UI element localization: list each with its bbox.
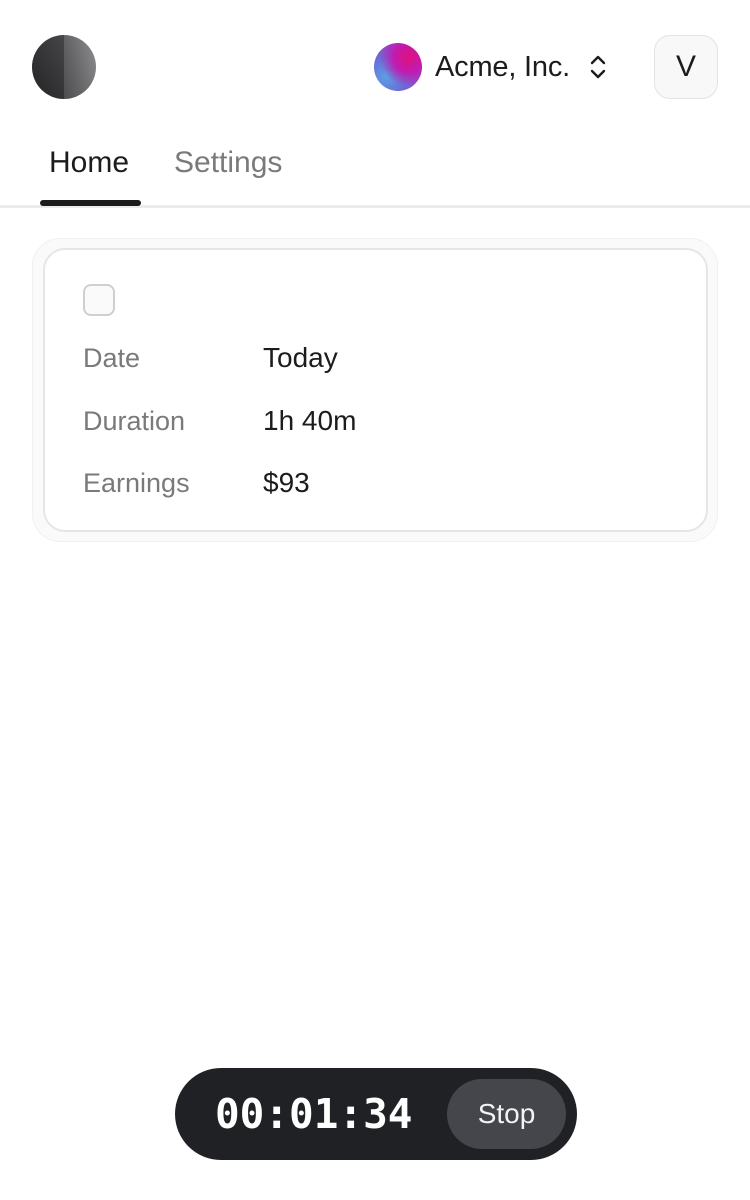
date-label: Date <box>83 342 141 373</box>
tab-home[interactable]: Home <box>49 146 129 186</box>
earnings-value: $93 <box>263 467 310 498</box>
session-card[interactable]: Date Today Duration 1h 40m Earnings $93 <box>43 248 708 532</box>
session-checkbox[interactable] <box>83 284 115 316</box>
app-logo-icon[interactable] <box>32 35 96 99</box>
duration-label: Duration <box>83 405 186 436</box>
session-row-date: Date Today <box>83 340 338 376</box>
timer-elapsed: 00:01:34 <box>215 1090 413 1138</box>
date-value: Today <box>263 342 338 373</box>
org-switcher[interactable]: Acme, Inc. <box>374 43 608 91</box>
org-avatar-icon <box>374 43 422 91</box>
session-row-duration: Duration 1h 40m <box>83 403 356 439</box>
user-avatar[interactable]: V <box>654 35 718 99</box>
duration-value: 1h 40m <box>263 405 357 436</box>
tab-settings[interactable]: Settings <box>174 146 282 186</box>
active-tab-indicator <box>40 200 141 206</box>
chevron-up-down-icon <box>588 53 608 81</box>
earnings-label: Earnings <box>83 467 190 498</box>
session-card-container: Date Today Duration 1h 40m Earnings $93 <box>32 238 718 542</box>
app-page: Acme, Inc. V Home Settings Date Today Du… <box>0 0 750 1200</box>
tab-bar: Home Settings <box>0 130 750 208</box>
header: Acme, Inc. V <box>0 0 750 130</box>
stop-button[interactable]: Stop <box>447 1079 566 1149</box>
session-row-earnings: Earnings $93 <box>83 465 310 501</box>
org-name: Acme, Inc. <box>435 50 570 83</box>
timer-pill: 00:01:34 Stop <box>175 1068 577 1160</box>
